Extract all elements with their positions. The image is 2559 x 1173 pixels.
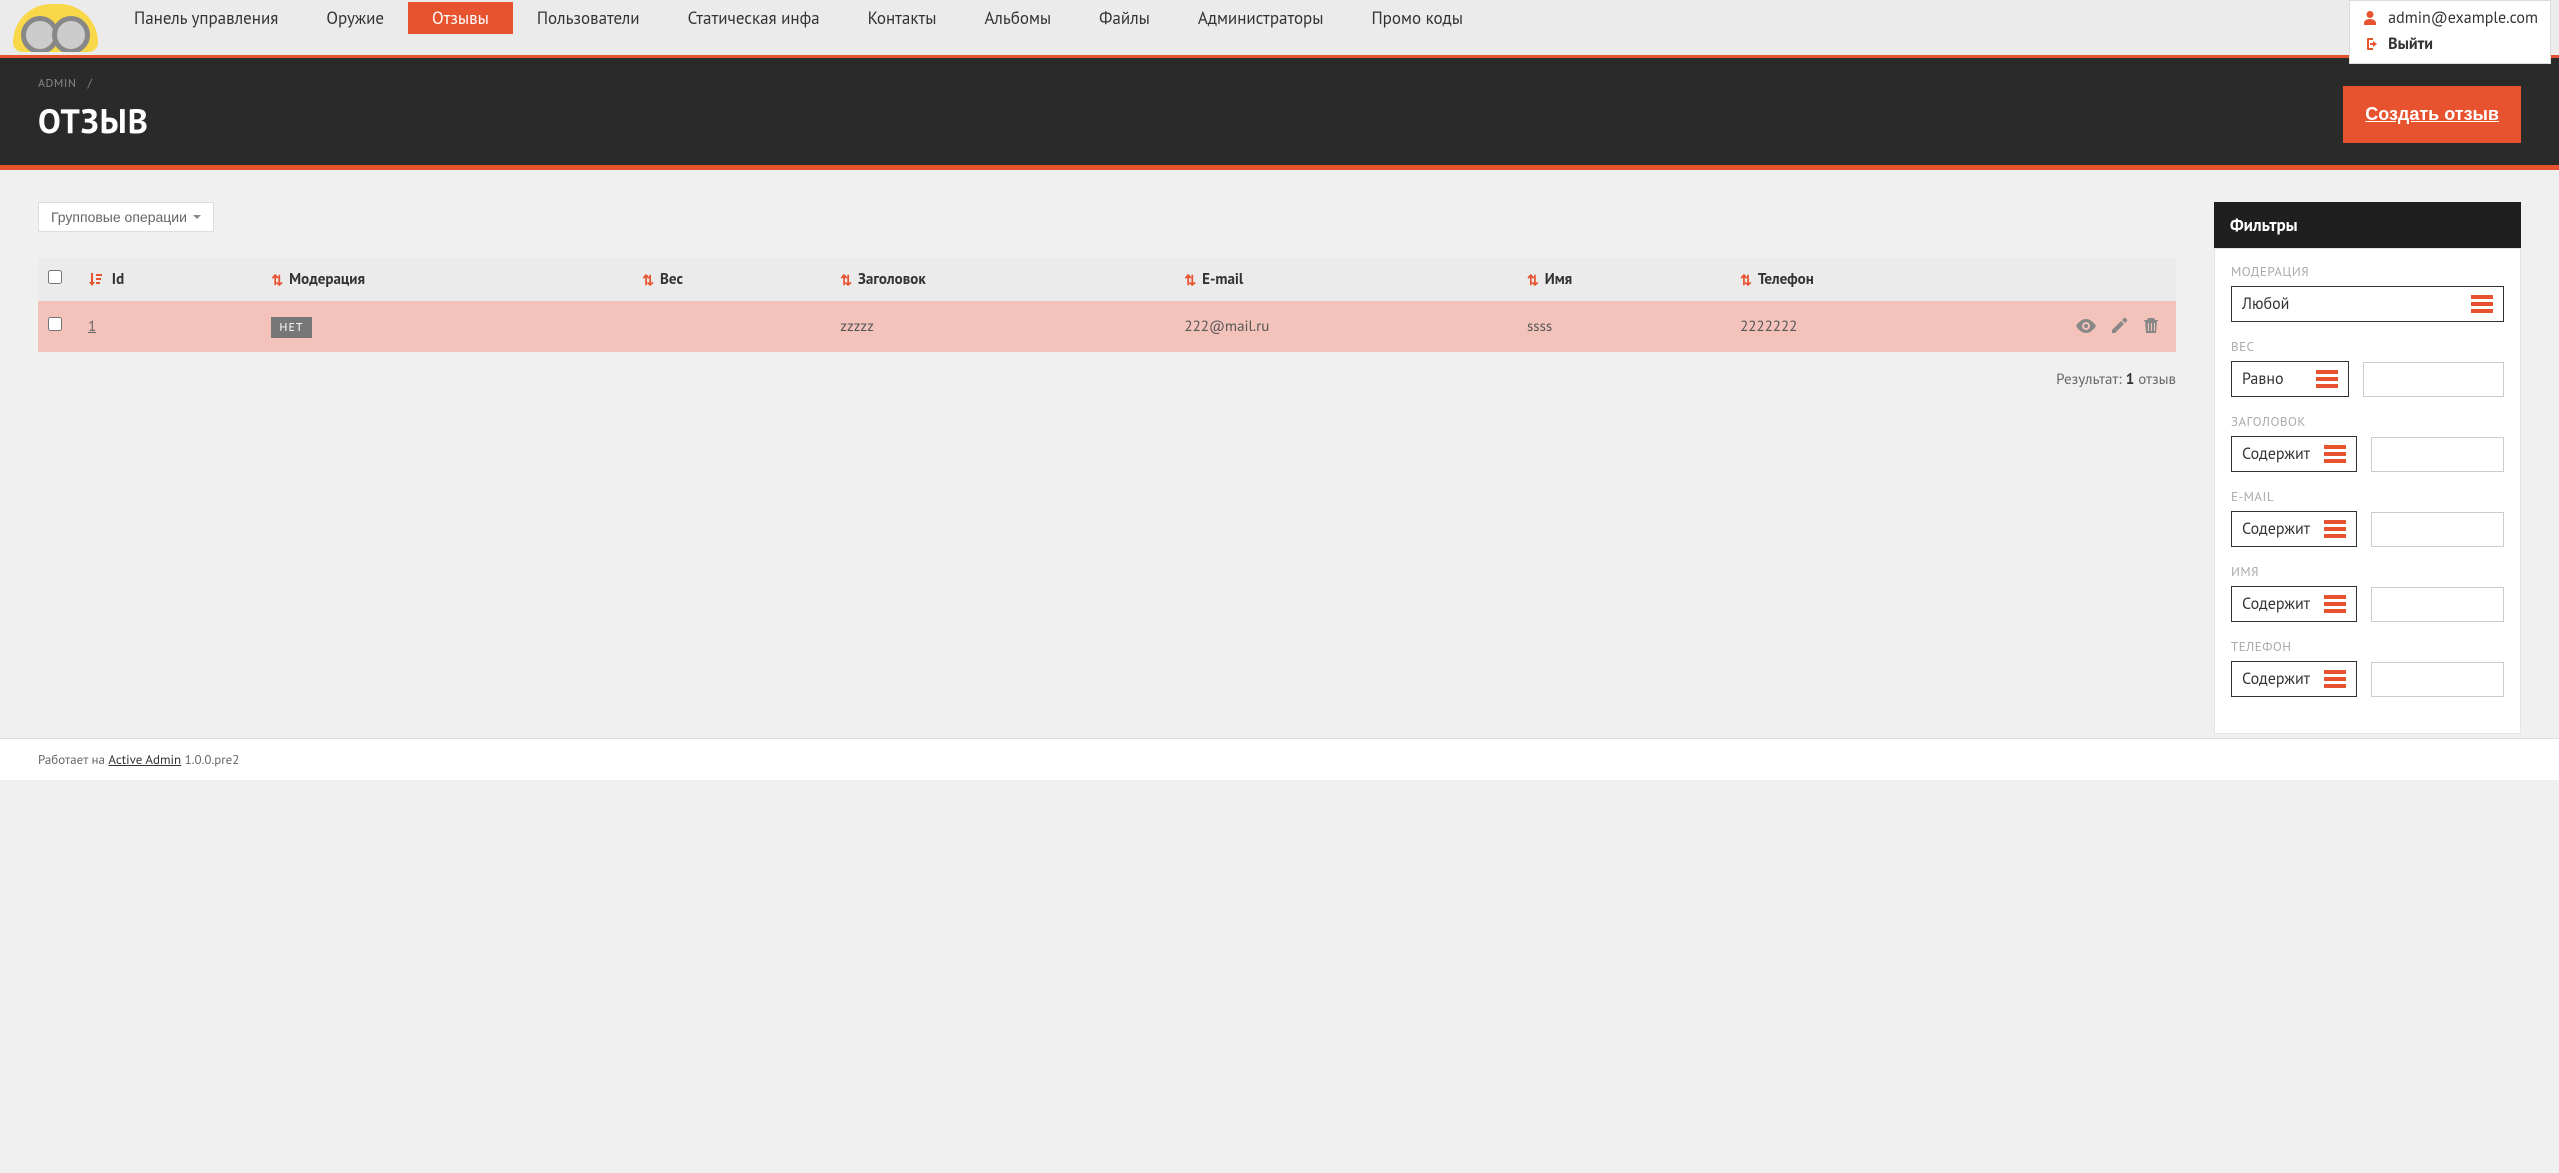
logout-link[interactable]: Выйти: [2362, 31, 2538, 57]
user-menu: admin@example.com Выйти: [2349, 0, 2551, 64]
filter-label: ЗАГОЛОВОК: [2231, 413, 2504, 430]
moderation-badge: НЕТ: [271, 317, 311, 338]
col-weight[interactable]: ⇅Вес: [632, 258, 830, 301]
filter-value-input[interactable]: [2371, 512, 2504, 547]
col-id[interactable]: Id: [78, 258, 261, 301]
filters-heading: Фильтры: [2214, 202, 2521, 248]
filter-value-input[interactable]: [2371, 587, 2504, 622]
current-user[interactable]: admin@example.com: [2362, 5, 2538, 31]
filter-0: МОДЕРАЦИЯ Любой: [2231, 263, 2504, 322]
table-row: 1 НЕТ zzzzz222@mail.russss2222222: [38, 301, 2176, 352]
nav-item-8[interactable]: Администраторы: [1174, 2, 1348, 34]
hamburger-icon: [2324, 520, 2346, 538]
filter-operator-select[interactable]: Содержит: [2231, 436, 2357, 472]
caret-down-icon: [193, 215, 201, 219]
nav-item-2[interactable]: Отзывы: [408, 2, 513, 34]
filter-4: ИМЯ Содержит: [2231, 563, 2504, 622]
cell-phone: 2222222: [1730, 301, 2036, 352]
reviews-table: Id ⇅Модерация ⇅Вес ⇅Заголовок ⇅E-mail ⇅И…: [38, 258, 2176, 352]
filter-3: E-MAIL Содержит: [2231, 488, 2504, 547]
sort-icon: ⇅: [1184, 273, 1196, 287]
filter-label: МОДЕРАЦИЯ: [2231, 263, 2504, 280]
nav-item-7[interactable]: Файлы: [1075, 2, 1174, 34]
filter-operator-select[interactable]: Равно: [2231, 361, 2349, 397]
top-navbar: Панель управленияОружиеОтзывыПользовател…: [0, 0, 2559, 58]
edit-icon[interactable]: [2112, 315, 2128, 338]
cell-weight: [632, 301, 830, 352]
result-count: Результат: 1 отзыв: [38, 370, 2176, 389]
user-icon: [2362, 10, 2378, 26]
hamburger-icon: [2324, 595, 2346, 613]
cell-email: 222@mail.ru: [1174, 301, 1517, 352]
filter-5: ТЕЛЕФОН Содержит: [2231, 638, 2504, 697]
sort-icon: ⇅: [642, 273, 654, 287]
page-title: ОТЗЫВ: [38, 99, 149, 143]
nav-item-1[interactable]: Оружие: [302, 2, 408, 34]
delete-icon[interactable]: [2144, 315, 2158, 338]
filters-sidebar: Фильтры МОДЕРАЦИЯ Любой ВЕС Равно ЗАГОЛОВОК С…: [2214, 202, 2521, 734]
filter-label: ВЕС: [2231, 338, 2504, 355]
filter-1: ВЕС Равно: [2231, 338, 2504, 397]
col-title[interactable]: ⇅Заголовок: [830, 258, 1174, 301]
title-bar: ADMIN / ОТЗЫВ Создать отзыв: [0, 58, 2559, 170]
col-email[interactable]: ⇅E-mail: [1174, 258, 1517, 301]
hamburger-icon: [2471, 295, 2493, 313]
filter-label: ИМЯ: [2231, 563, 2504, 580]
sort-icon: ⇅: [1527, 273, 1539, 287]
breadcrumb-root[interactable]: ADMIN: [38, 76, 76, 91]
row-checkbox[interactable]: [48, 317, 62, 331]
logo[interactable]: [0, 0, 110, 55]
filter-operator-select[interactable]: Любой: [2231, 286, 2504, 322]
logout-icon: [2362, 36, 2378, 52]
footer: Работает на Active Admin 1.0.0.pre2: [0, 738, 2559, 780]
nav-item-0[interactable]: Панель управления: [110, 2, 302, 34]
sort-icon: ⇅: [840, 273, 852, 287]
filter-label: ТЕЛЕФОН: [2231, 638, 2504, 655]
select-all-checkbox[interactable]: [48, 270, 62, 284]
nav-item-4[interactable]: Статическая инфа: [664, 2, 844, 34]
nav-item-9[interactable]: Промо коды: [1347, 2, 1487, 34]
cell-name: ssss: [1517, 301, 1730, 352]
nav-menu: Панель управленияОружиеОтзывыПользовател…: [110, 0, 2559, 36]
filter-value-input[interactable]: [2371, 662, 2504, 697]
row-id-link[interactable]: 1: [88, 317, 96, 336]
view-icon[interactable]: [2076, 315, 2096, 338]
filter-label: E-MAIL: [2231, 488, 2504, 505]
filter-operator-select[interactable]: Содержит: [2231, 511, 2357, 547]
sort-icon: ⇅: [1740, 273, 1752, 287]
col-name[interactable]: ⇅Имя: [1517, 258, 1730, 301]
breadcrumb: ADMIN /: [38, 76, 149, 91]
hamburger-icon: [2324, 445, 2346, 463]
logout-label: Выйти: [2388, 34, 2433, 54]
sort-icon: ⇅: [271, 273, 283, 287]
filter-2: ЗАГОЛОВОК Содержит: [2231, 413, 2504, 472]
hamburger-icon: [2324, 670, 2346, 688]
create-review-button[interactable]: Создать отзыв: [2343, 86, 2521, 143]
hamburger-icon: [2316, 370, 2338, 388]
user-email: admin@example.com: [2388, 8, 2538, 28]
filter-value-input[interactable]: [2363, 362, 2504, 397]
col-moderation[interactable]: ⇅Модерация: [261, 258, 632, 301]
nav-item-5[interactable]: Контакты: [844, 2, 961, 34]
cell-title: zzzzz: [830, 301, 1174, 352]
footer-link[interactable]: Active Admin: [108, 751, 181, 768]
batch-label: Групповые операции: [51, 209, 187, 225]
breadcrumb-sep: /: [88, 76, 93, 91]
nav-item-6[interactable]: Альбомы: [960, 2, 1075, 34]
filter-value-input[interactable]: [2371, 437, 2504, 472]
filter-operator-select[interactable]: Содержит: [2231, 661, 2357, 697]
col-phone[interactable]: ⇅Телефон: [1730, 258, 2036, 301]
sort-desc-icon: [88, 272, 102, 288]
batch-actions-button[interactable]: Групповые операции: [38, 202, 214, 232]
filter-operator-select[interactable]: Содержит: [2231, 586, 2357, 622]
nav-item-3[interactable]: Пользователи: [513, 2, 664, 34]
